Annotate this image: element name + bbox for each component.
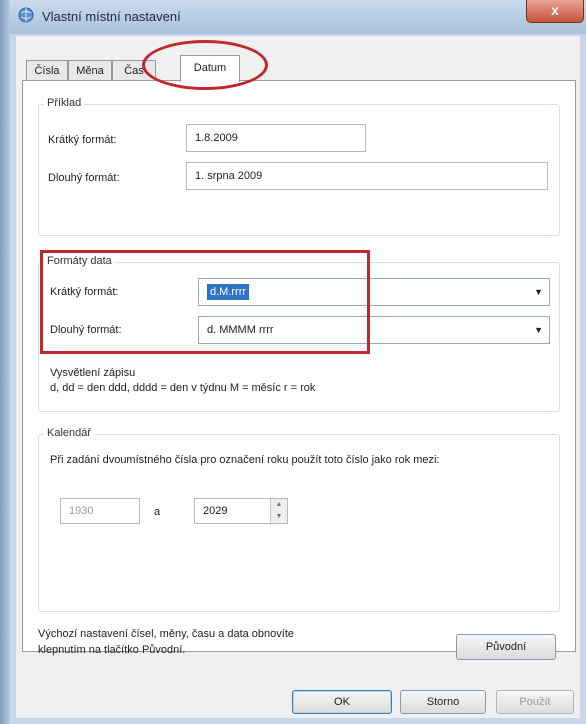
example-long-label: Dlouhý formát:: [48, 172, 120, 184]
close-button[interactable]: x: [526, 0, 584, 23]
window-left-border: [0, 0, 10, 724]
tab-numbers[interactable]: Čísla: [26, 60, 68, 81]
reset-text-line1: Výchozí nastavení čísel, měny, času a da…: [38, 628, 294, 640]
globe-icon: [18, 7, 36, 23]
reset-text-line2: klepnutím na tlačítko Původní.: [38, 644, 186, 656]
spinner-arrows-icon[interactable]: ▲ ▼: [270, 499, 287, 523]
window-title: Vlastní místní nastavení: [42, 9, 181, 24]
example-group-label: Příklad: [44, 97, 85, 109]
and-label: a: [154, 506, 161, 518]
apply-button[interactable]: Použít: [496, 690, 574, 714]
chevron-down-icon[interactable]: ▼: [534, 317, 543, 343]
chevron-down-icon[interactable]: ▼: [534, 279, 543, 305]
from-year-field: 1930: [60, 498, 140, 524]
from-year-value: 1930: [69, 505, 94, 517]
example-short-value: 1.8.2009: [186, 124, 366, 152]
example-long-value: 1. srpna 2009: [186, 162, 548, 190]
example-short-label: Krátký formát:: [48, 134, 117, 146]
ok-button[interactable]: OK: [292, 690, 392, 714]
notation-title: Vysvětlení zápisu: [50, 367, 136, 379]
tab-currency[interactable]: Měna: [68, 60, 112, 81]
cancel-button[interactable]: Storno: [400, 690, 486, 714]
to-year-value: 2029: [203, 505, 228, 517]
to-year-spinner[interactable]: 2029 ▲ ▼: [194, 498, 288, 524]
reset-button[interactable]: Původní: [456, 634, 556, 660]
close-icon: x: [551, 2, 559, 18]
calendar-group-label: Kalendář: [44, 427, 95, 439]
annotation-rectangle: [40, 250, 370, 354]
calendar-description: Při zadání dvoumístného čísla pro označe…: [50, 454, 440, 466]
annotation-circle: [142, 40, 268, 90]
notation-text: d, dd = den ddd, dddd = den v týdnu M = …: [50, 382, 316, 394]
